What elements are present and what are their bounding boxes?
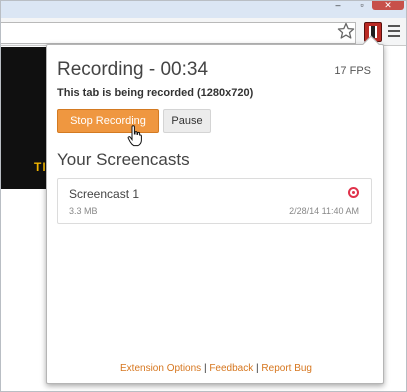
screencast-name: Screencast 1: [69, 187, 140, 201]
screencasts-section-title: Your Screencasts: [57, 150, 190, 169]
close-button[interactable]: ✕: [372, 0, 404, 10]
popup-footer: Extension Options | Feedback | Report Bu…: [47, 363, 385, 374]
stop-recording-button[interactable]: Stop Recording: [57, 109, 159, 133]
recording-title: Recording - 00:34: [57, 59, 209, 80]
fps-indicator: 17 FPS: [334, 65, 371, 77]
report-bug-link[interactable]: Report Bug: [261, 363, 312, 374]
pause-button[interactable]: Pause: [163, 109, 211, 133]
minimize-button[interactable]: –: [328, 0, 348, 10]
screencast-card[interactable]: Screencast 1 3.3 MB 2/28/14 11:40 AM: [57, 178, 372, 224]
record-icon[interactable]: [348, 187, 359, 198]
recording-subtitle: This tab is being recorded (1280x720): [57, 87, 254, 99]
address-bar[interactable]: [0, 22, 356, 44]
window-titlebar: – ▫ ✕: [0, 0, 407, 18]
star-icon[interactable]: [337, 22, 355, 40]
screencast-popup: Recording - 00:34 17 FPS This tab is bei…: [46, 35, 385, 384]
hand-cursor-icon: [127, 125, 142, 147]
screencast-size: 3.3 MB: [69, 206, 98, 216]
screencast-date: 2/28/14 11:40 AM: [289, 206, 359, 216]
extension-options-link[interactable]: Extension Options: [120, 363, 201, 374]
menu-icon[interactable]: [388, 25, 400, 37]
feedback-link[interactable]: Feedback: [209, 363, 253, 374]
maximize-button[interactable]: ▫: [352, 0, 372, 10]
